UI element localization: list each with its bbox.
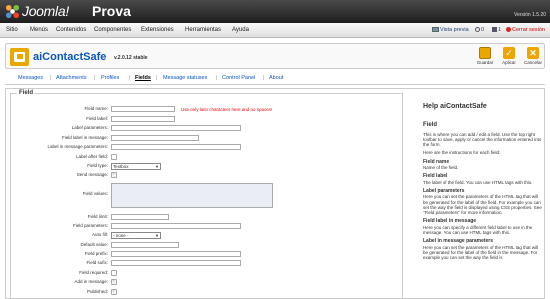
tab-separator: | — [263, 75, 265, 81]
menu-menus[interactable]: Menús — [30, 27, 48, 33]
menu-ayuda[interactable]: Ayuda — [232, 27, 249, 33]
help-intro: This is where you can add / edit a field… — [423, 131, 542, 148]
help-instructions: Here are the instructions for each field… — [423, 150, 501, 156]
label-parameters-input[interactable] — [111, 125, 241, 131]
chevron-down-icon: ▼ — [155, 233, 159, 238]
auto-fill-select[interactable]: - none - ▼ — [111, 232, 161, 239]
save-icon — [479, 47, 491, 59]
joomla-version: Versión 1.5.20 — [514, 12, 546, 18]
joomla-wordmark: Joomla! — [22, 3, 69, 19]
field-parameters-label: Field parameters: — [72, 223, 108, 228]
users-icon — [492, 27, 497, 33]
component-version: v.2.0.12 stable — [114, 55, 148, 61]
users-count[interactable]: 1 — [492, 27, 501, 33]
site-name: Prova — [92, 3, 131, 19]
save-button[interactable]: Guardar — [473, 46, 497, 68]
help-item-text: Here you can specify a different field l… — [423, 224, 533, 236]
tab-message-statuses[interactable]: Message statuses — [163, 75, 207, 81]
field-sufix-input[interactable] — [111, 260, 241, 266]
published-label: Published: — [86, 289, 108, 294]
component-toolbar: aiContactSafe v.2.0.12 stable Guardar ✓ … — [5, 43, 545, 69]
field-prefix-label: Field prefix: — [84, 251, 108, 256]
field-parameters-input[interactable] — [111, 223, 241, 229]
preview-link[interactable]: Vista previa — [432, 27, 469, 33]
component-tabs: Messages | Attachments | Profiles | Fiel… — [5, 74, 545, 85]
tab-control-panel[interactable]: Control Panel — [222, 75, 255, 81]
field-label-label: Field label: — [86, 116, 108, 121]
cancel-button[interactable]: ✕ Cancelar — [521, 46, 545, 68]
form-legend: Field — [17, 90, 36, 96]
field-name-note: Use only latin characters here and no sp… — [181, 107, 273, 112]
logout-icon — [506, 27, 511, 33]
preview-icon — [432, 27, 439, 33]
tab-profiles[interactable]: Profiles — [101, 75, 119, 81]
menu-herramientas[interactable]: Herramientas — [185, 27, 221, 33]
joomla-logo-icon — [5, 4, 20, 19]
messages-icon — [475, 27, 480, 33]
help-item-text: The label of the field. You can use HTML… — [423, 179, 533, 185]
field-name-label: Field name: — [84, 106, 108, 111]
aicontactsafe-logo-icon — [10, 48, 29, 66]
menu-extensiones[interactable]: Extensiones — [141, 27, 174, 33]
chevron-down-icon: ▼ — [155, 164, 159, 169]
field-limit-label: Field limit: — [87, 214, 108, 219]
send-message-checkbox[interactable] — [111, 171, 117, 178]
help-item-text: Here you can set the parameters of the H… — [423, 194, 542, 216]
send-message-label: Send message: — [76, 172, 108, 177]
help-item-text: Name of the field. — [423, 165, 459, 171]
field-sufix-label: Field sufix: — [86, 260, 108, 265]
tab-about[interactable]: About — [269, 75, 283, 81]
field-label-input[interactable] — [111, 116, 175, 122]
field-values-label: Field values: — [82, 191, 108, 196]
label-after-field-label: Label after field: — [75, 154, 108, 159]
label-in-message-parameters-input[interactable] — [111, 144, 241, 150]
help-title: Help aiContactSafe — [423, 103, 487, 110]
tab-attachments[interactable]: Attachments — [56, 75, 87, 81]
checkmark-icon: ✓ — [503, 47, 515, 59]
help-section-title: Field — [423, 122, 438, 129]
field-type-select[interactable]: Textbox ▼ — [111, 163, 161, 170]
auto-fill-label: Auto fill: — [91, 232, 108, 237]
field-name-input[interactable] — [111, 106, 175, 112]
default-value-input[interactable] — [111, 242, 179, 248]
tab-separator: | — [94, 75, 96, 81]
component-title: aiContactSafe — [33, 51, 107, 63]
tab-messages[interactable]: Messages — [18, 75, 43, 81]
field-label-in-message-label: Field label in message: — [61, 135, 108, 140]
logout-link[interactable]: Cerrar sesión — [506, 27, 545, 33]
admin-menubar: Sitio Menús Contenidos Componentes Exten… — [0, 23, 550, 38]
tab-separator: | — [129, 75, 131, 81]
add-in-message-checkbox[interactable] — [111, 278, 117, 285]
tab-fields[interactable]: Fields — [135, 75, 151, 81]
messages-count[interactable]: 0 — [475, 27, 484, 33]
menu-sitio[interactable]: Sitio — [6, 27, 18, 33]
label-after-field-checkbox[interactable] — [111, 154, 117, 160]
label-parameters-label: Label parameters: — [71, 125, 108, 130]
field-values-textarea[interactable] — [111, 183, 273, 208]
field-limit-input[interactable] — [111, 214, 169, 220]
menu-componentes[interactable]: Componentes — [94, 27, 131, 33]
close-icon: ✕ — [527, 47, 539, 59]
help-panel: Help aiContactSafe Field This is where y… — [419, 94, 544, 299]
field-type-label: Field type: — [87, 163, 108, 168]
tab-separator: | — [216, 75, 218, 81]
field-prefix-input[interactable] — [111, 251, 241, 257]
help-item-text: Here you can set the parameters of the H… — [423, 244, 539, 261]
tab-separator: | — [156, 75, 158, 81]
add-in-message-label: Add in message: — [74, 279, 108, 284]
default-value-label: Default value: — [80, 242, 108, 247]
menu-contenidos[interactable]: Contenidos — [56, 27, 86, 33]
tab-separator: | — [50, 75, 52, 81]
admin-header: Joomla! Prova Versión 1.5.20 — [0, 0, 550, 23]
field-required-label: Field required: — [79, 270, 108, 275]
field-label-in-message-input[interactable] — [111, 135, 199, 141]
main-panel: Field Field name: Use only latin charact… — [5, 88, 545, 299]
field-required-checkbox[interactable] — [111, 270, 117, 276]
apply-button[interactable]: ✓ Aplicar — [497, 46, 521, 68]
published-checkbox[interactable] — [111, 288, 117, 295]
field-form: Field Field name: Use only latin charact… — [10, 90, 403, 299]
label-in-message-parameters-label: Label in message parameters: — [47, 144, 108, 149]
